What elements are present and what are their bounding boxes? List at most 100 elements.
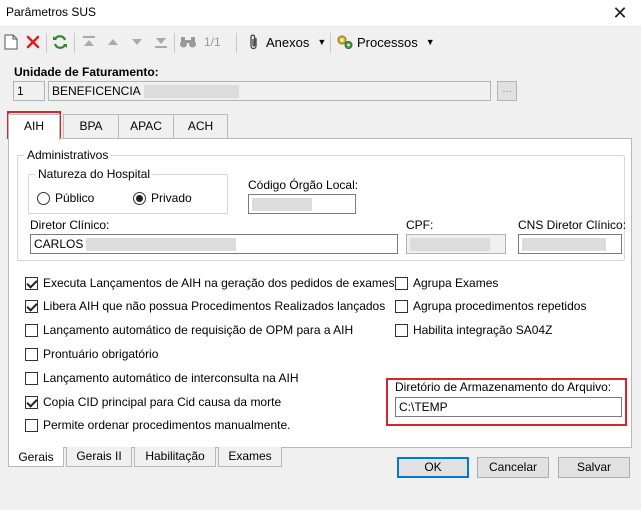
search-button[interactable] [179, 31, 197, 53]
diretor-value: CARLOS [34, 237, 84, 251]
title-bar: Parâmetros SUS ✕ [0, 0, 641, 27]
checkbox-agrupa-exames[interactable]: Agrupa Exames [395, 276, 498, 290]
checkbox-box [395, 299, 408, 313]
cancel-button[interactable]: Cancelar [477, 457, 549, 478]
radio-publico[interactable]: Público [37, 191, 94, 205]
chevron-down-icon: ▼ [317, 37, 327, 47]
last-record-button[interactable] [152, 31, 170, 53]
radio-privado-circle [133, 191, 146, 205]
checkbox-label: Agrupa Exames [413, 276, 499, 290]
checkbox-copia-cid[interactable]: Copia CID principal para Cid causa da mo… [25, 395, 281, 409]
redacted-block [522, 238, 606, 252]
unidade-lookup-button[interactable]: ... [497, 81, 517, 101]
unidade-name-field[interactable]: BENEFICENCIA [48, 81, 491, 101]
window-title: Parâmetros SUS [6, 5, 97, 19]
checkbox-prontuario[interactable]: Prontuário obrigatório [25, 347, 158, 361]
tab-gerais-ii[interactable]: Gerais II [66, 447, 132, 467]
refresh-icon [51, 33, 69, 51]
redacted-block [86, 238, 237, 252]
checkbox-box [25, 395, 38, 409]
natureza-title: Natureza do Hospital [35, 167, 154, 181]
tab-habilitacao[interactable]: Habilitação [134, 447, 216, 467]
checkbox-executa-lancamentos[interactable]: Executa Lançamentos de AIH na geração do… [25, 276, 401, 290]
checkbox-box [395, 276, 408, 290]
tab-exames[interactable]: Exames [218, 447, 282, 467]
cpf-label: CPF: [406, 218, 434, 232]
unidade-name-text: BENEFICENCIA [52, 84, 141, 98]
checkbox-label: Agrupa procedimentos repetidos [413, 299, 587, 313]
cpf-field[interactable] [406, 234, 506, 254]
checkbox-box [25, 418, 38, 432]
checkbox-label: Executa Lançamentos de AIH na geração do… [43, 276, 402, 290]
delete-icon [24, 33, 42, 51]
first-record-icon [80, 33, 98, 51]
gears-icon [336, 33, 354, 51]
new-document-icon [2, 33, 20, 51]
checkbox-integracao-sa04z[interactable]: Habilita integração SA04Z [395, 323, 552, 337]
tab-bpa[interactable]: BPA [63, 114, 119, 138]
checkbox-label: Libera AIH que não possua Procedimentos … [43, 299, 386, 313]
first-record-button[interactable] [80, 31, 98, 53]
radio-privado-label: Privado [151, 191, 192, 205]
checkbox-lancamento-opm[interactable]: Lançamento automático de requisição de O… [25, 323, 353, 337]
radio-publico-label: Público [55, 191, 95, 205]
previous-record-icon [104, 33, 122, 51]
administrativos-group: Administrativos Natureza do Hospital Púb… [17, 148, 627, 261]
checkbox-label: Permite ordenar procedimentos manualment… [43, 418, 291, 432]
last-record-icon [152, 33, 170, 51]
codigo-orgao-label: Código Órgão Local: [248, 178, 359, 192]
checkbox-interconsulta[interactable]: Lançamento automático de interconsulta n… [25, 371, 299, 385]
diretor-field[interactable]: CARLOS [30, 234, 398, 254]
radio-publico-circle [37, 191, 50, 205]
aih-panel: Administrativos Natureza do Hospital Púb… [8, 138, 632, 448]
next-record-button[interactable] [128, 31, 146, 53]
save-button[interactable]: Salvar [558, 457, 630, 478]
cns-field[interactable] [518, 234, 622, 254]
page-indicator: 1/1 [204, 35, 221, 49]
checkbox-label: Prontuário obrigatório [43, 347, 159, 361]
checkbox-box [25, 347, 38, 361]
tab-apac[interactable]: APAC [118, 114, 174, 138]
chevron-down-icon: ▼ [425, 37, 435, 47]
new-button[interactable] [2, 31, 20, 53]
checkbox-box [25, 276, 38, 290]
binoculars-icon [179, 33, 197, 51]
refresh-button[interactable] [51, 31, 69, 53]
redacted-block [143, 85, 239, 99]
tab-aih[interactable]: AIH [8, 114, 60, 140]
administrativos-title: Administrativos [24, 148, 112, 162]
toolbar: 1/1 Anexos ▼ Processos ▼ [0, 29, 641, 57]
checkbox-label: Habilita integração SA04Z [413, 323, 553, 337]
ok-button[interactable]: OK [397, 457, 469, 478]
checkbox-box [395, 323, 408, 337]
unidade-code-field[interactable]: 1 [13, 81, 45, 101]
unidade-label: Unidade de Faturamento: [14, 65, 159, 79]
checkbox-label: Lançamento automático de interconsulta n… [43, 371, 299, 385]
diretor-label: Diretor Clínico: [30, 218, 110, 232]
tab-gerais[interactable]: Gerais [8, 447, 64, 467]
redacted-block [410, 238, 490, 252]
codigo-orgao-field[interactable] [248, 194, 356, 214]
next-record-icon [128, 33, 146, 51]
cns-label: CNS Diretor Clínico: [518, 218, 627, 232]
close-icon[interactable]: ✕ [605, 1, 635, 25]
radio-privado[interactable]: Privado [133, 191, 192, 205]
checkbox-libera-aih[interactable]: Libera AIH que não possua Procedimentos … [25, 299, 385, 313]
processos-menu[interactable]: Processos ▼ [336, 31, 435, 53]
anexos-menu[interactable]: Anexos ▼ [245, 31, 326, 53]
checkbox-label: Lançamento automático de requisição de O… [43, 323, 354, 337]
natureza-group: Natureza do Hospital Público Privado [28, 167, 228, 214]
checkbox-label: Copia CID principal para Cid causa da mo… [43, 395, 282, 409]
checkbox-ordenar-procedimentos[interactable]: Permite ordenar procedimentos manualment… [25, 418, 290, 432]
checkbox-box [25, 323, 38, 337]
checkbox-box [25, 299, 38, 313]
checkbox-agrupa-procedimentos[interactable]: Agrupa procedimentos repetidos [395, 299, 586, 313]
delete-button[interactable] [24, 31, 42, 53]
tab-ach[interactable]: ACH [173, 114, 228, 138]
anexos-label: Anexos [266, 34, 310, 50]
previous-record-button[interactable] [104, 31, 122, 53]
checkbox-box [25, 371, 38, 385]
diretorio-highlight [386, 378, 627, 426]
processos-label: Processos [357, 34, 418, 50]
redacted-block [252, 198, 312, 212]
